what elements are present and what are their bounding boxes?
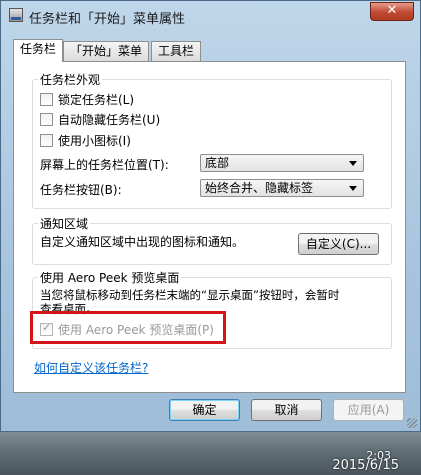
checkbox-box[interactable] — [40, 92, 53, 106]
checkbox-box[interactable] — [40, 112, 53, 126]
dialog-window: 任务栏和「开始」菜单属性 ✕ 任务栏 「开始」菜单 工具栏 任务栏外观 锁定任务… — [0, 0, 421, 432]
small-icons-checkbox[interactable]: 使用小图标(I) — [40, 132, 131, 148]
small-icons-label: 使用小图标(I) — [58, 133, 131, 148]
close-button[interactable]: ✕ — [370, 2, 414, 21]
lock-taskbar-checkbox[interactable]: 锁定任务栏(L) — [40, 91, 134, 107]
taskbar-buttons-label: 任务栏按钮(B): — [40, 183, 122, 197]
auto-hide-checkbox[interactable]: 自动隐藏任务栏(U) — [40, 111, 160, 127]
resize-grip-icon[interactable] — [407, 418, 417, 428]
help-link[interactable]: 如何自定义该任务栏? — [34, 359, 148, 376]
auto-hide-label: 自动隐藏任务栏(U) — [58, 112, 161, 127]
chevron-down-icon — [349, 186, 357, 191]
checkbox-box[interactable] — [40, 321, 53, 336]
taskbar-location-label: 屏幕上的任务栏位置(T): — [40, 158, 169, 172]
aero-peek-description-cont: 查看桌面。 — [40, 302, 98, 316]
title-bar[interactable]: 任务栏和「开始」菜单属性 ✕ — [1, 1, 420, 31]
aero-peek-checkbox[interactable]: 使用 Aero Peek 预览桌面(P) — [40, 321, 214, 337]
checkbox-box[interactable] — [40, 133, 53, 147]
taskbar-location-dropdown[interactable]: 底部 — [200, 154, 364, 172]
taskbar-buttons-value: 始终合并、隐藏标签 — [205, 181, 314, 195]
taskbar-location-value: 底部 — [205, 156, 230, 170]
cancel-button[interactable]: 取消 — [251, 399, 322, 421]
tab-panel: 任务栏外观 锁定任务栏(L) 自动隐藏任务栏(U) 使用小图标(I) 屏幕上的任… — [13, 61, 406, 393]
tab-toolbars[interactable]: 工具栏 — [151, 41, 202, 61]
aero-peek-legend: 使用 Aero Peek 预览桌面 — [38, 269, 182, 286]
apply-button[interactable]: 应用(A) — [333, 399, 404, 421]
ok-button[interactable]: 确定 — [169, 399, 240, 421]
aero-peek-checkbox-label: 使用 Aero Peek 预览桌面(P) — [58, 322, 214, 337]
tab-taskbar[interactable]: 任务栏 — [13, 39, 64, 62]
desktop-background: 2:03 2015/6/15 — [0, 432, 421, 475]
notification-description: 自定义通知区域中出现的图标和通知。 — [40, 235, 245, 249]
customize-notification-button[interactable]: 自定义(C)... — [298, 233, 379, 255]
taskbar-buttons-dropdown[interactable]: 始终合并、隐藏标签 — [200, 179, 364, 197]
lock-taskbar-label: 锁定任务栏(L) — [58, 92, 135, 107]
window-title: 任务栏和「开始」菜单属性 — [29, 12, 186, 27]
appearance-legend: 任务栏外观 — [38, 71, 103, 88]
taskbar-app-icon — [9, 8, 23, 22]
chevron-down-icon — [349, 161, 357, 166]
tray-date[interactable]: 2015/6/15 — [332, 458, 399, 473]
tab-start-menu[interactable]: 「开始」菜单 — [63, 41, 150, 61]
notification-legend: 通知区域 — [38, 215, 91, 232]
